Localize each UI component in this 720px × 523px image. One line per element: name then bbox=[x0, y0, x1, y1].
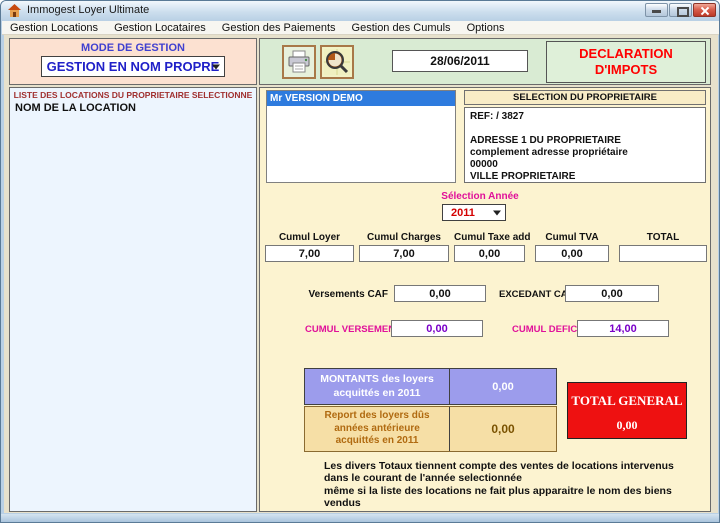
excedant-caf-label: EXCEDANT CAF bbox=[499, 289, 573, 300]
menu-gestion-paiements[interactable]: Gestion des Paiements bbox=[214, 22, 344, 34]
year-select-label: Sélection Année bbox=[410, 191, 550, 202]
preview-button[interactable] bbox=[320, 45, 354, 79]
chevron-down-icon bbox=[493, 210, 501, 215]
declaration-line1: DECLARATION bbox=[579, 46, 673, 62]
header-panel: 28/06/2011 DECLARATION D'IMPOTS bbox=[259, 38, 711, 85]
menu-options[interactable]: Options bbox=[459, 22, 513, 34]
owner-list-selected-item[interactable]: Mr VERSION DEMO bbox=[267, 91, 455, 106]
versements-caf-label: Versements CAF bbox=[288, 289, 388, 300]
montants-acquittes-label: MONTANTS des loyers acquittés en 2011 bbox=[305, 369, 450, 404]
locations-panel[interactable]: LISTE DES LOCATIONS DU PROPRIETAIRE SELE… bbox=[9, 87, 257, 512]
close-button[interactable] bbox=[693, 3, 716, 17]
mode-dropdown-value: GESTION EN NOM PROPRE bbox=[47, 59, 220, 74]
cumul-loyer-field[interactable]: 7,00 bbox=[265, 245, 354, 262]
form-content: MODE DE GESTION GESTION EN NOM PROPRE bbox=[4, 35, 718, 513]
window-controls bbox=[644, 3, 716, 17]
menu-gestion-locataires[interactable]: Gestion Locataires bbox=[106, 22, 214, 34]
owner-ref: REF: / 3827 bbox=[470, 111, 700, 123]
window-bottom-frame bbox=[1, 514, 720, 523]
cumul-tva-field[interactable]: 0,00 bbox=[535, 245, 609, 262]
total-general-box: TOTAL GENERAL 0,00 bbox=[567, 382, 687, 439]
cumul-tva-label: Cumul TVA bbox=[535, 232, 609, 245]
cumul-charges-label: Cumul Charges bbox=[359, 232, 449, 245]
versements-caf-field[interactable]: 0,00 bbox=[394, 285, 486, 302]
cumul-deficit-label: CUMUL DEFICIT bbox=[512, 324, 586, 335]
cumul-charges-field[interactable]: 7,00 bbox=[359, 245, 449, 262]
owner-address-line1: ADRESSE 1 DU PROPRIETAIRE bbox=[470, 135, 700, 147]
menu-gestion-cumuls[interactable]: Gestion des Cumuls bbox=[344, 22, 459, 34]
montants-acquittes-box: MONTANTS des loyers acquittés en 2011 0,… bbox=[304, 368, 557, 405]
total-field[interactable] bbox=[619, 245, 707, 262]
cumul-deficit-field[interactable]: 14,00 bbox=[577, 320, 669, 337]
cumul-loyer-column: Cumul Loyer 7,00 bbox=[265, 232, 354, 262]
total-general-value: 0,00 bbox=[568, 418, 686, 433]
cumul-loyer-label: Cumul Loyer bbox=[265, 232, 354, 245]
mode-dropdown[interactable]: GESTION EN NOM PROPRE bbox=[41, 56, 225, 77]
report-loyers-box: Report des loyers dûs années antérieure … bbox=[304, 406, 557, 452]
magnifier-icon bbox=[324, 49, 350, 75]
cumul-taxe-column: Cumul Taxe add 0,00 bbox=[454, 232, 525, 262]
owner-address-line3: 00000 bbox=[470, 159, 700, 171]
declaration-line2: D'IMPOTS bbox=[595, 62, 657, 78]
location-list-item[interactable]: NOM DE LA LOCATION bbox=[15, 102, 256, 114]
total-general-label: TOTAL GENERAL bbox=[568, 393, 686, 409]
cumul-versement-field[interactable]: 0,00 bbox=[391, 320, 483, 337]
report-loyers-label: Report des loyers dûs années antérieure … bbox=[305, 407, 450, 451]
declaration-impots-banner: DECLARATION D'IMPOTS bbox=[546, 41, 706, 83]
year-dropdown-value: 2011 bbox=[451, 207, 475, 219]
current-date: 28/06/2011 bbox=[430, 54, 489, 68]
mode-panel: MODE DE GESTION GESTION EN NOM PROPRE bbox=[9, 38, 257, 85]
menubar: Gestion Locations Gestion Locataires Ges… bbox=[2, 21, 720, 35]
cumul-taxe-label: Cumul Taxe add bbox=[454, 232, 525, 245]
locations-list-title: LISTE DES LOCATIONS DU PROPRIETAIRE SELE… bbox=[10, 90, 256, 100]
cumul-charges-column: Cumul Charges 7,00 bbox=[359, 232, 449, 262]
cumul-tva-column: Cumul TVA 0,00 bbox=[535, 232, 609, 262]
report-loyers-value: 0,00 bbox=[450, 407, 556, 451]
app-home-icon bbox=[8, 4, 21, 17]
cumul-taxe-field[interactable]: 0,00 bbox=[454, 245, 525, 262]
chevron-down-icon bbox=[212, 64, 220, 69]
maximize-button[interactable] bbox=[669, 3, 692, 17]
owner-listbox[interactable]: Mr VERSION DEMO bbox=[266, 90, 456, 183]
total-label: TOTAL bbox=[619, 232, 707, 245]
montants-acquittes-value: 0,00 bbox=[450, 369, 556, 404]
window-title: Immogest Loyer Ultimate bbox=[27, 4, 149, 16]
owner-address-line2: complement adresse propriétaire bbox=[470, 147, 700, 159]
totals-note: Les divers Totaux tiennent compte des ve… bbox=[324, 460, 712, 510]
app-window: Immogest Loyer Ultimate Gestion Location… bbox=[0, 0, 720, 523]
main-panel: Mr VERSION DEMO SELECTION DU PROPRIETAIR… bbox=[259, 87, 711, 512]
total-column: TOTAL bbox=[619, 232, 707, 262]
menu-gestion-locations[interactable]: Gestion Locations bbox=[2, 22, 106, 34]
titlebar: Immogest Loyer Ultimate bbox=[1, 1, 720, 21]
current-date-field[interactable]: 28/06/2011 bbox=[392, 50, 528, 72]
excedant-caf-field[interactable]: 0,00 bbox=[565, 285, 659, 302]
printer-icon bbox=[286, 49, 312, 75]
cumul-versement-label: CUMUL VERSEMENT bbox=[305, 324, 401, 335]
print-button[interactable] bbox=[282, 45, 316, 79]
mode-label: MODE DE GESTION bbox=[10, 42, 256, 54]
owner-selection-title: SELECTION DU PROPRIETAIRE bbox=[464, 90, 706, 105]
owner-address-line4: VILLE PROPRIETAIRE bbox=[470, 171, 700, 183]
owner-info-box: REF: / 3827 ADRESSE 1 DU PROPRIETAIRE co… bbox=[464, 107, 706, 183]
minimize-button[interactable] bbox=[645, 3, 668, 17]
year-dropdown[interactable]: 2011 bbox=[442, 204, 506, 221]
owner-info-spacer bbox=[470, 123, 700, 135]
